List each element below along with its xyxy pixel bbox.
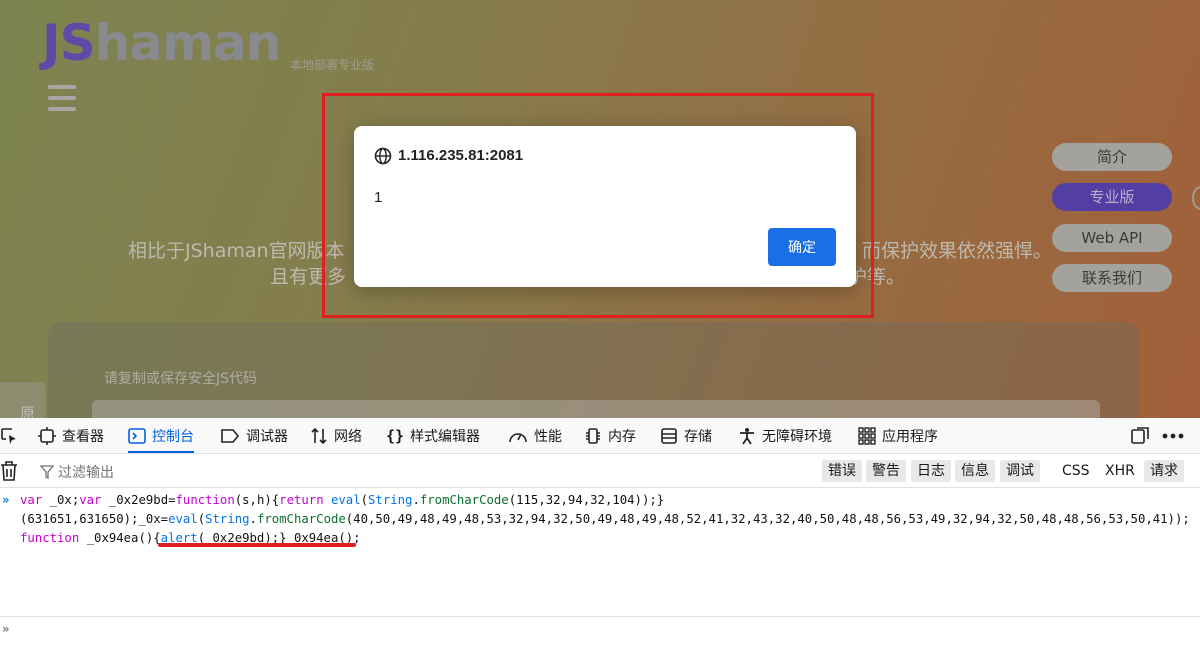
level-logs[interactable]: 日志 (911, 460, 951, 482)
tab-style-editor[interactable]: {} 样式编辑器 (386, 418, 480, 453)
level-warnings[interactable]: 警告 (866, 460, 906, 482)
tab-console[interactable]: 控制台 (128, 418, 194, 453)
tab-application[interactable]: 应用程序 (858, 418, 938, 453)
tab-performance[interactable]: 性能 (508, 418, 562, 453)
tab-network[interactable]: 网络 (310, 418, 362, 453)
element-picker-icon[interactable] (0, 418, 18, 453)
tab-inspector[interactable]: 查看器 (38, 418, 104, 453)
accessibility-icon (738, 427, 756, 445)
trash-icon[interactable] (0, 461, 18, 485)
console-filter-bar: 过滤输出 错误 警告 日志 信息 调试 CSS XHR 请求 (0, 454, 1200, 488)
level-info[interactable]: 信息 (955, 460, 995, 482)
level-debug[interactable]: 调试 (1000, 460, 1040, 482)
type-xhr[interactable]: XHR (1099, 460, 1141, 482)
console-input-row[interactable]: » (0, 616, 1200, 645)
debugger-icon (220, 428, 240, 444)
more-options-icon[interactable] (1162, 418, 1184, 453)
type-requests[interactable]: 请求 (1144, 460, 1184, 482)
console-icon (128, 427, 146, 445)
console-code-line-2: (631651,631650);_0x=eval(String.fromChar… (20, 512, 1190, 526)
chip-icon (584, 427, 602, 445)
tab-debugger[interactable]: 调试器 (220, 418, 288, 453)
dock-side-icon[interactable] (1130, 418, 1150, 453)
tab-accessibility[interactable]: 无障碍环境 (738, 418, 832, 453)
level-errors[interactable]: 错误 (822, 460, 862, 482)
gauge-icon (508, 428, 528, 444)
funnel-icon (40, 465, 54, 479)
tab-memory[interactable]: 内存 (584, 418, 636, 453)
console-code-line-1: var _0x;var _0x2e9bd=function(s,h){retur… (20, 493, 665, 507)
red-underline-mark (158, 543, 356, 547)
prompt-chevron-icon: » (2, 622, 10, 636)
braces-icon: {} (386, 426, 405, 445)
inspector-icon (38, 426, 56, 445)
filter-input[interactable]: 过滤输出 (40, 462, 114, 482)
devtools-toolbar: 查看器 控制台 调试器 网络 {} 样式编辑器 性能 内存 存储 无障碍环境 应… (0, 418, 1200, 454)
storage-icon (660, 427, 678, 445)
network-icon (310, 427, 328, 445)
devtools-panel: 查看器 控制台 调试器 网络 {} 样式编辑器 性能 内存 存储 无障碍环境 应… (0, 418, 1200, 636)
tab-storage[interactable]: 存储 (660, 418, 712, 453)
input-echo-icon: » (2, 493, 10, 507)
grid-icon (858, 426, 876, 445)
type-css[interactable]: CSS (1056, 460, 1096, 482)
red-highlight-box (322, 93, 874, 318)
